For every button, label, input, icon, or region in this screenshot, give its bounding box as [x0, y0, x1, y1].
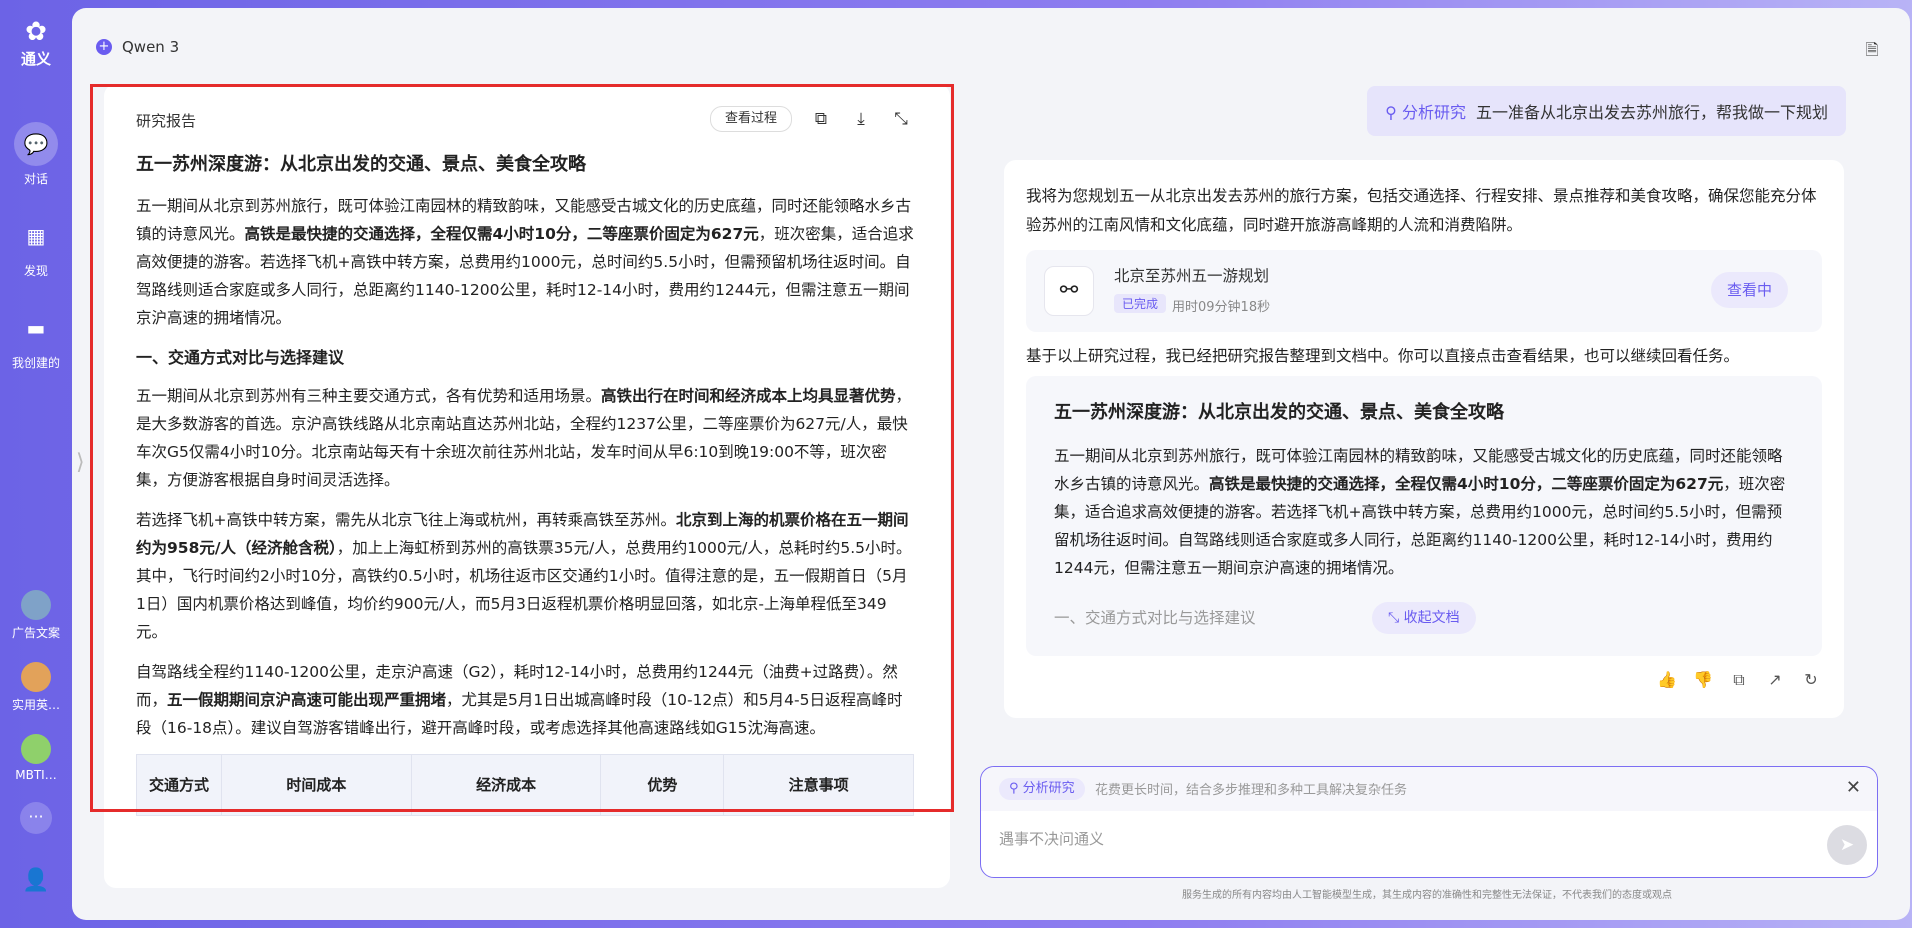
report-panel: 研究报告 查看过程 ⧉ ⤓ ⤡ 五一苏州深度游：从北京出发的交通、景点、美食全攻…: [104, 84, 950, 888]
share-icon[interactable]: ↗: [1764, 670, 1786, 690]
table-header: 时间成本: [221, 754, 412, 816]
nav-discover-label: 发现: [23, 264, 48, 278]
table-header: 注意事项: [723, 754, 914, 816]
answer-actions: 👍 👎 ⧉ ↗ ↻: [1656, 670, 1822, 690]
model-name: Qwen 3: [122, 38, 180, 56]
nav-created[interactable]: ▬ 我创建的: [0, 306, 72, 371]
plus-icon: +: [96, 39, 112, 55]
left-rail: ✿ 通义 💬 对话 ▦ 发现 ▬ 我创建的 广告文案 实用英… MBTI… ··…: [0, 0, 72, 928]
answer-followup: 基于以上研究过程，我已经把研究报告整理到文档中。你可以直接点击查看结果，也可以继…: [1026, 347, 1740, 365]
disclaimer: 服务生成的所有内容均由人工智能模型生成，其生成内容的准确性和完整性无法保证，不代…: [1182, 890, 1672, 901]
report-panel-title: 研究报告: [136, 112, 197, 130]
document-preview[interactable]: 五一苏州深度游：从北京出发的交通、景点、美食全攻略 五一期间从北京到苏州旅行，既…: [1026, 376, 1822, 656]
logo-icon: ✿: [25, 17, 47, 47]
assistant-answer: 我将为您规划五一从北京出发去苏州的旅行方案，包括交通选择、行程安排、景点推荐和美…: [1004, 160, 1844, 718]
agent-avatar-icon: [21, 734, 51, 764]
model-selector[interactable]: + Qwen 3: [96, 38, 179, 56]
panel-splitter-icon[interactable]: ⟩: [76, 450, 85, 480]
report-heading: 五一苏州深度游：从北京出发的交通、景点、美食全攻略: [136, 154, 586, 175]
report-paragraph: 若选择飞机+高铁中转方案，需先从北京飞往上海或杭州，再转乘高铁至苏州。北京到上海…: [136, 511, 912, 641]
thumbs-down-icon[interactable]: 👎: [1692, 670, 1714, 690]
grid-icon: ▦: [26, 224, 46, 248]
logo-text: 通义: [20, 50, 51, 68]
report-paragraph: 自驾路线全程约1140-1200公里，走京沪高速（G2），耗时12-14小时，总…: [136, 663, 903, 737]
copy-icon[interactable]: ⧉: [1728, 670, 1750, 690]
more-icon[interactable]: ···: [20, 802, 52, 834]
close-icon[interactable]: ✕: [1846, 777, 1861, 798]
nav-created-label: 我创建的: [11, 356, 60, 370]
chat-input[interactable]: [997, 829, 1781, 849]
workflow-icon: ⚯: [1044, 266, 1094, 316]
mode-chip[interactable]: ⚲ 分析研究: [999, 778, 1085, 800]
table-header: 经济成本: [410, 754, 602, 816]
download-icon[interactable]: ⤓: [848, 106, 874, 132]
document-icon[interactable]: 🗎: [1858, 36, 1886, 64]
copy-icon[interactable]: ⧉: [808, 106, 834, 132]
tongyi-logo[interactable]: ✿ 通义: [12, 18, 60, 69]
report-paragraph: 五一期间从北京到苏州有三种主要交通方式，各有优势和适用场景。高铁出行在时间和经济…: [136, 387, 912, 489]
agent-avatar-icon: [21, 590, 51, 620]
task-duration: 用时09分钟18秒: [1172, 300, 1271, 315]
task-title: 北京至苏州五一游规划: [1114, 267, 1270, 285]
analysis-tag: ⚲ 分析研究: [1385, 103, 1466, 122]
report-content: 五一苏州深度游：从北京出发的交通、景点、美食全攻略 五一期间从北京到苏州旅行，既…: [136, 150, 914, 816]
mode-description: 花费更长时间，结合多步推理和多种工具解决复杂任务: [1095, 783, 1408, 798]
agent-label: 广告文案: [11, 626, 60, 640]
folder-icon: ▬: [26, 316, 46, 340]
agent-label: 实用英…: [11, 698, 60, 712]
table-header: 交通方式: [136, 754, 222, 816]
comparison-table: 交通方式 时间成本 经济成本 优势 注意事项: [136, 754, 914, 816]
nav-discover[interactable]: ▦ 发现: [0, 214, 72, 279]
user-message: ⚲ 分析研究 五一准备从北京出发去苏州旅行，帮我做一下规划: [1367, 86, 1846, 136]
user-icon[interactable]: 👤: [20, 868, 52, 900]
mode-bar: ⚲ 分析研究 花费更长时间，结合多步推理和多种工具解决复杂任务 ✕: [981, 767, 1877, 811]
report-paragraph: 五一期间从北京到苏州旅行，既可体验江南园林的精致韵味，又能感受古城文化的历史底蕴…: [136, 197, 914, 327]
nav-chat[interactable]: 💬 对话: [0, 122, 72, 187]
viewing-button[interactable]: 查看中: [1710, 272, 1788, 308]
user-message-text: 五一准备从北京出发去苏州旅行，帮我做一下规划: [1475, 103, 1828, 122]
view-process-button[interactable]: 查看过程: [709, 106, 792, 132]
agent-mbti[interactable]: MBTI…: [0, 734, 72, 782]
thumbs-up-icon[interactable]: 👍: [1656, 670, 1678, 690]
agent-english[interactable]: 实用英…: [0, 662, 72, 713]
report-header: 研究报告 查看过程 ⧉ ⤓ ⤡: [136, 104, 918, 134]
nav-chat-label: 对话: [23, 172, 48, 186]
report-section-heading: 一、交通方式对比与选择建议: [136, 348, 345, 367]
collapse-icon[interactable]: ⤡: [888, 106, 914, 132]
preview-section: 一、交通方式对比与选择建议: [1054, 609, 1256, 627]
preview-title: 五一苏州深度游：从北京出发的交通、景点、美食全攻略: [1054, 402, 1504, 423]
agent-label: MBTI…: [15, 768, 57, 782]
agent-ad-copy[interactable]: 广告文案: [0, 590, 72, 641]
send-icon[interactable]: ➤: [1827, 825, 1867, 865]
task-card[interactable]: ⚯ 北京至苏州五一游规划 已完成 用时09分钟18秒 查看中: [1026, 250, 1822, 332]
chat-icon: 💬: [14, 122, 58, 166]
answer-intro: 我将为您规划五一从北京出发去苏州的旅行方案，包括交通选择、行程安排、景点推荐和美…: [1026, 187, 1817, 234]
agent-avatar-icon: [21, 662, 51, 692]
table-header: 优势: [600, 754, 725, 816]
status-badge: 已完成: [1114, 294, 1167, 313]
collapse-document-button[interactable]: ⤡ 收起文档: [1372, 602, 1476, 634]
regenerate-icon[interactable]: ↻: [1800, 670, 1822, 690]
chat-input-box: ⚲ 分析研究 花费更长时间，结合多步推理和多种工具解决复杂任务 ✕ ➤: [980, 766, 1878, 878]
preview-text: 五一期间从北京到苏州旅行，既可体验江南园林的精致韵味，又能感受古城文化的历史底蕴…: [1054, 447, 1786, 577]
